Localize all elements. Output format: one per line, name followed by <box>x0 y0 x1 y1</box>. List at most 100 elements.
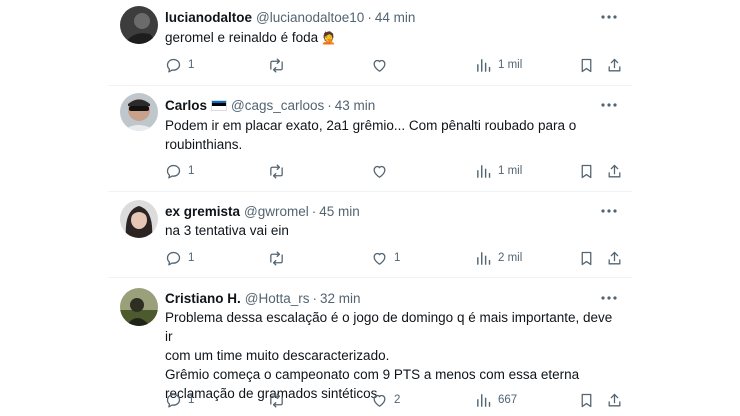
analytics-icon <box>477 393 491 407</box>
reply-count: 1 <box>188 252 195 264</box>
view-count: 1 mil <box>498 59 523 71</box>
action-bar: 1 1 mil <box>165 161 632 181</box>
post-text-line: com um time muito descaracterizado. <box>165 348 390 363</box>
reply-icon <box>166 164 181 179</box>
more-options-button[interactable] <box>598 96 620 114</box>
heart-icon <box>373 252 386 265</box>
repost-button[interactable] <box>268 248 291 268</box>
action-bar: 1 1 2 mil <box>165 248 632 268</box>
more-options-button[interactable] <box>598 202 620 220</box>
heart-icon <box>373 59 386 72</box>
facepalm-emoji: 🤦 <box>321 31 337 45</box>
post-text: Podem ir em placar exato, 2a1 grêmio... … <box>165 116 618 154</box>
timestamp[interactable]: 32 min <box>320 291 361 306</box>
author-name[interactable]: Cristiano H. <box>165 291 241 306</box>
like-button[interactable]: 1 <box>371 248 400 268</box>
avatar[interactable] <box>120 6 158 44</box>
reply-post[interactable]: Cristiano H. @Hotta_rs · 32 min Problema… <box>108 278 632 416</box>
timestamp[interactable]: 43 min <box>335 98 376 113</box>
timestamp[interactable]: 44 min <box>375 10 416 25</box>
repost-button[interactable] <box>268 161 291 181</box>
reply-icon <box>166 251 181 266</box>
like-button[interactable] <box>371 55 394 75</box>
bookmark-icon <box>581 164 592 178</box>
more-horizontal-icon <box>601 15 617 19</box>
share-button[interactable] <box>606 390 623 410</box>
view-count: 667 <box>498 394 518 406</box>
view-count: 1 mil <box>498 165 523 177</box>
reply-post[interactable]: lucianodaltoe @lucianodaltoe10 · 44 min … <box>108 0 632 86</box>
action-bar: 1 2 667 <box>165 390 632 410</box>
replies-feed: lucianodaltoe @lucianodaltoe10 · 44 min … <box>108 0 632 416</box>
reply-count: 1 <box>188 394 195 406</box>
post-text: na 3 tentativa vai ein <box>165 221 618 240</box>
reply-post[interactable]: ex gremista @gwromel · 45 min na 3 tenta… <box>108 192 632 278</box>
post-text-line: na 3 tentativa vai ein <box>165 223 289 238</box>
avatar[interactable] <box>120 200 158 238</box>
post-text-line: Podem ir em placar exato, 2a1 grêmio... … <box>165 118 577 133</box>
more-horizontal-icon <box>601 209 617 213</box>
views-button[interactable]: 2 mil <box>475 248 522 268</box>
author-handle[interactable]: @gwromel <box>244 204 309 219</box>
like-button[interactable]: 2 <box>371 390 400 410</box>
reply-post[interactable]: Carlos @cags_carloos · 43 min Podem ir e… <box>108 86 632 192</box>
post-text: Problema dessa escalação é o jogo de dom… <box>165 308 618 403</box>
author-name[interactable]: Carlos <box>165 98 207 113</box>
post-text: geromel e reinaldo é foda 🤦 <box>165 28 618 48</box>
author-handle[interactable]: @cags_carloos <box>231 98 324 113</box>
analytics-icon <box>477 251 491 265</box>
post-text-line: Problema dessa escalação é o jogo de dom… <box>165 310 613 344</box>
repost-button[interactable] <box>268 55 291 75</box>
views-button[interactable]: 1 mil <box>475 55 522 75</box>
more-options-button[interactable] <box>598 8 620 26</box>
share-button[interactable] <box>606 55 623 75</box>
post-text-line: geromel e reinaldo é foda <box>165 30 319 45</box>
share-icon <box>608 164 621 177</box>
repost-icon <box>270 57 283 73</box>
like-count: 1 <box>394 252 401 264</box>
reply-button[interactable]: 1 <box>165 161 194 181</box>
reply-icon <box>166 393 181 408</box>
post-text-line: roubinthians. <box>165 137 243 152</box>
repost-icon <box>270 250 283 266</box>
reply-button[interactable]: 1 <box>165 390 194 410</box>
reply-count: 1 <box>188 59 195 71</box>
like-button[interactable] <box>371 161 394 181</box>
repost-button[interactable] <box>268 390 291 410</box>
more-horizontal-icon <box>601 296 617 300</box>
estonia-flag <box>211 99 228 111</box>
avatar[interactable] <box>120 93 158 131</box>
more-horizontal-icon <box>601 103 617 107</box>
views-button[interactable]: 1 mil <box>475 161 522 181</box>
bookmark-button[interactable] <box>578 390 595 410</box>
avatar[interactable] <box>120 288 158 326</box>
author-handle[interactable]: @Hotta_rs <box>245 291 310 306</box>
reply-button[interactable]: 1 <box>165 248 194 268</box>
share-icon <box>608 393 621 406</box>
author-name[interactable]: lucianodaltoe <box>165 10 252 25</box>
action-bar: 1 1 mil <box>165 55 632 75</box>
bookmark-button[interactable] <box>578 161 595 181</box>
analytics-icon <box>477 58 491 72</box>
share-button[interactable] <box>606 161 623 181</box>
reply-icon <box>166 58 181 73</box>
bookmark-button[interactable] <box>578 55 595 75</box>
views-button[interactable]: 667 <box>475 390 517 410</box>
separator-dot: · <box>312 290 318 306</box>
separator-dot: · <box>367 9 372 25</box>
share-icon <box>608 58 621 71</box>
bookmark-icon <box>581 58 592 72</box>
repost-icon <box>270 163 283 179</box>
separator-dot: · <box>327 97 332 113</box>
bookmark-icon <box>581 393 592 407</box>
bookmark-button[interactable] <box>578 248 595 268</box>
like-count: 2 <box>394 394 401 406</box>
view-count: 2 mil <box>498 252 523 264</box>
author-handle[interactable]: @lucianodaltoe10 <box>256 10 364 25</box>
author-name[interactable]: ex gremista <box>165 204 240 219</box>
reply-button[interactable]: 1 <box>165 55 194 75</box>
heart-icon <box>373 394 386 407</box>
more-options-button[interactable] <box>598 289 620 307</box>
share-button[interactable] <box>606 248 623 268</box>
timestamp[interactable]: 45 min <box>319 204 360 219</box>
